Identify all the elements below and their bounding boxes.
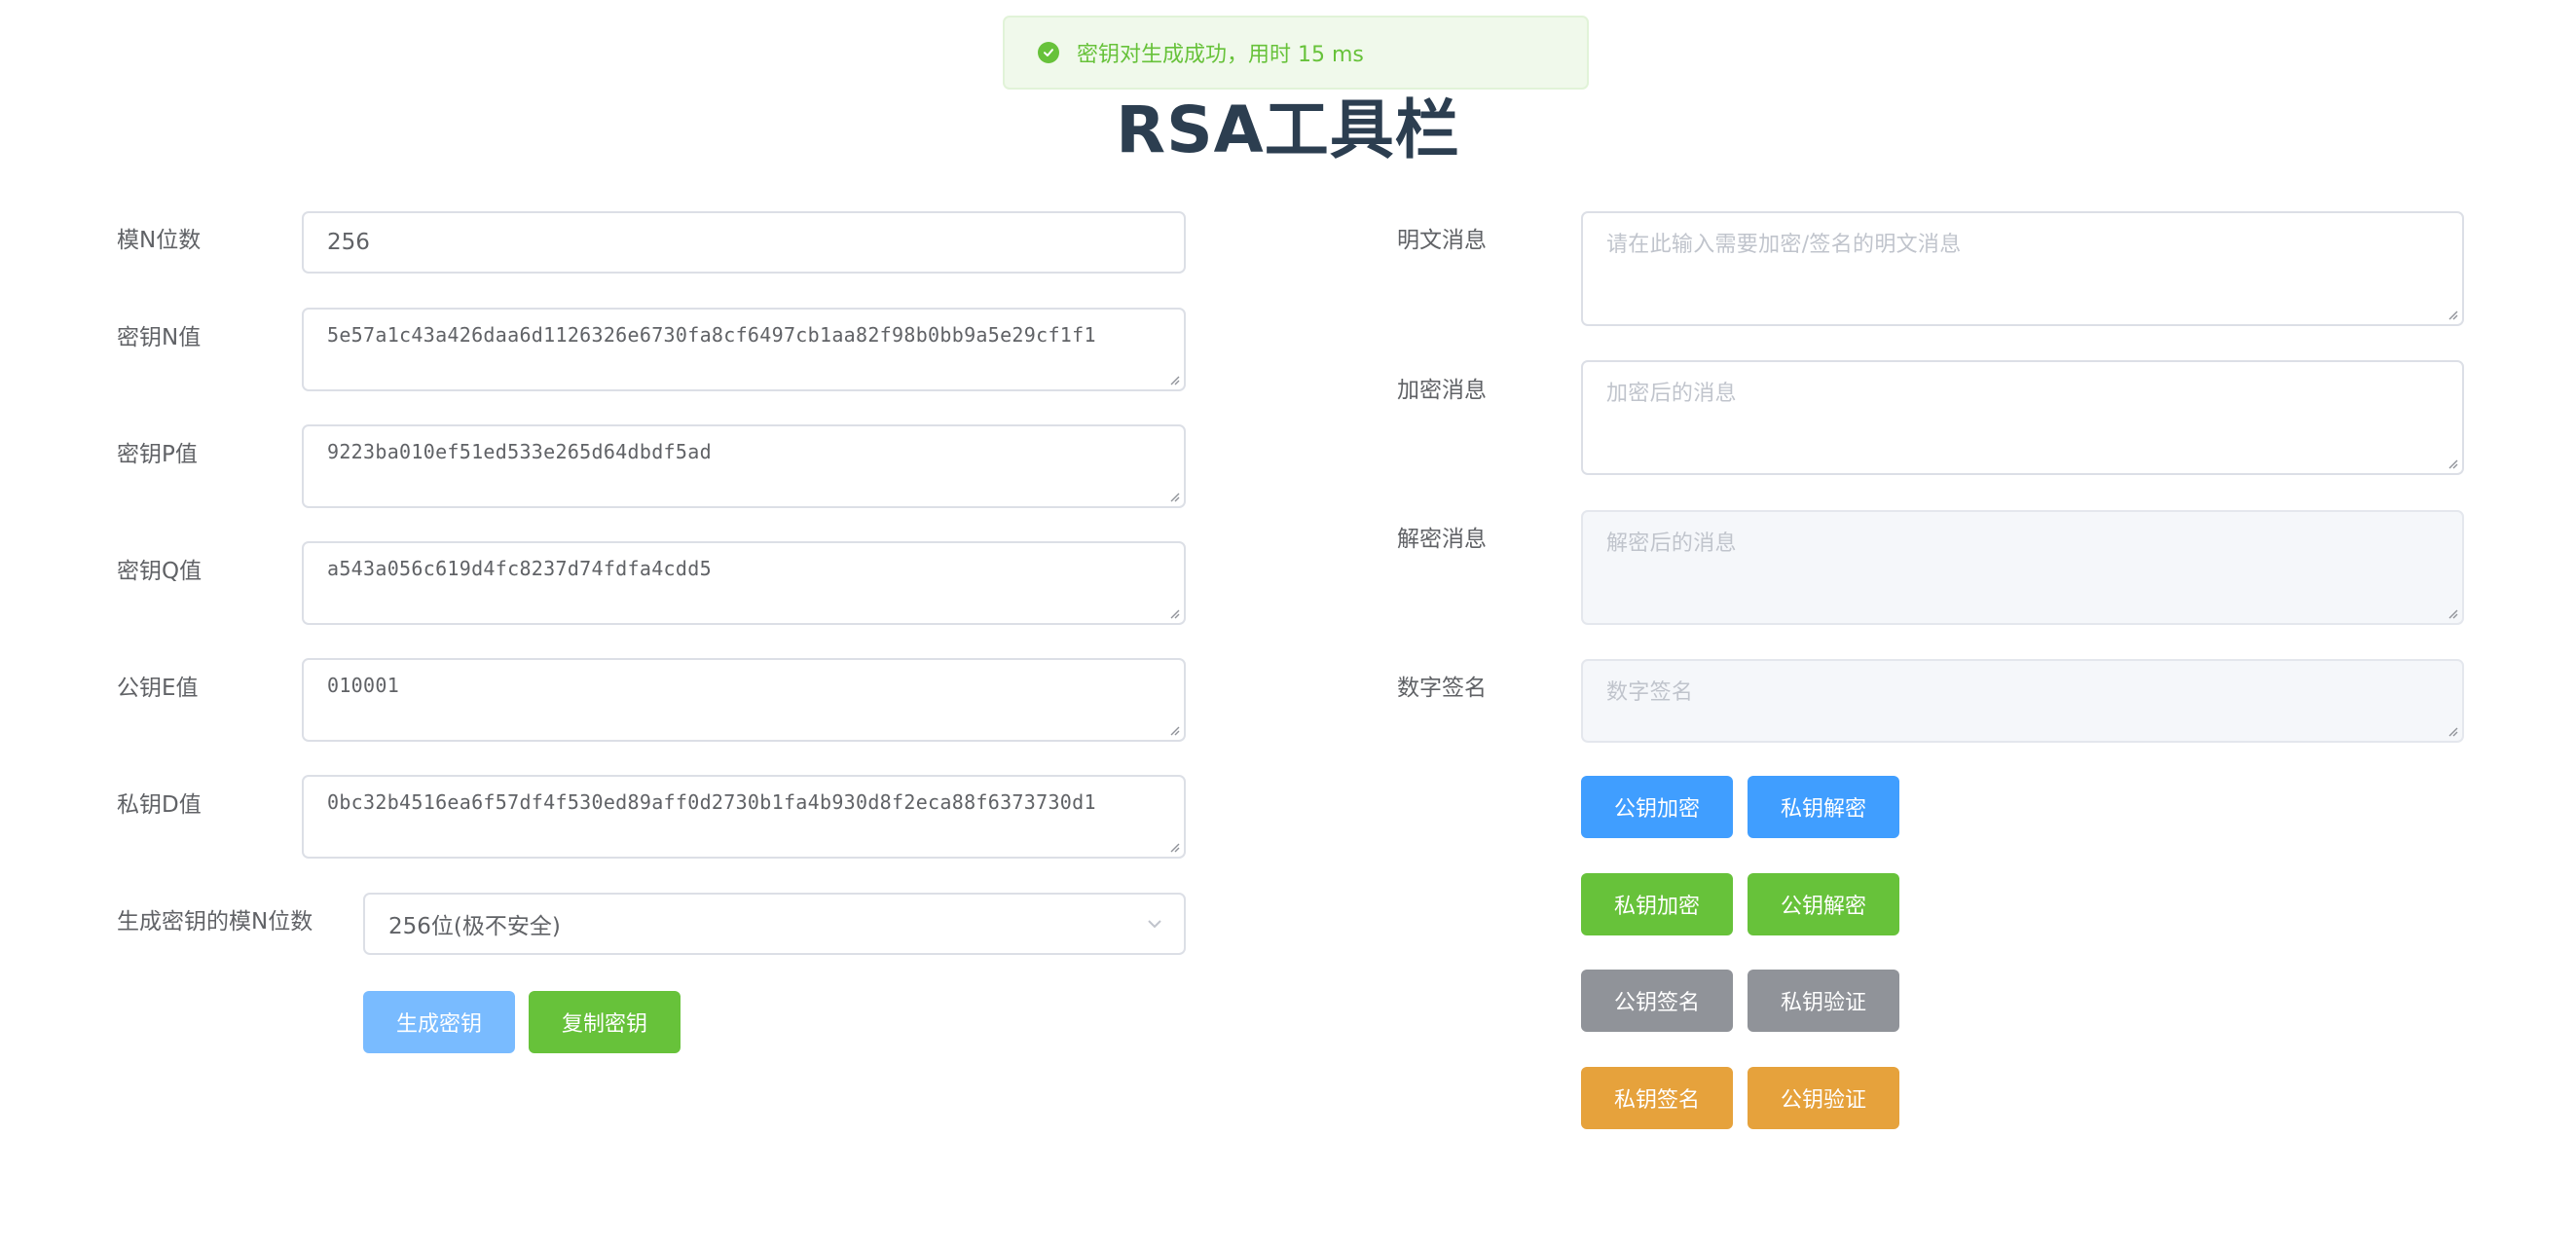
signature-placeholder: 数字签名 [1606,680,1694,705]
plaintext-label: 明文消息 [1397,228,1487,253]
resize-handle-icon [2448,727,2458,737]
key-n-label: 密钥N值 [117,325,202,350]
gen-bits-selected: 256位(极不安全) [388,914,561,939]
copy-key-button[interactable]: 复制密钥 [529,991,681,1053]
private-decrypt-button[interactable]: 私钥解密 [1748,776,1899,838]
resize-handle-icon[interactable] [1168,724,1180,736]
private-d-label: 私钥D值 [117,792,202,818]
page-title: RSA工具栏 [1116,92,1460,167]
key-q-value: a543a056c619d4fc8237d74fdfa4cdd5 [327,557,712,580]
key-p-label: 密钥P值 [117,442,198,467]
private-encrypt-button[interactable]: 私钥加密 [1581,873,1733,935]
decrypted-label: 解密消息 [1397,527,1487,552]
key-q-label: 密钥Q值 [117,559,202,584]
key-n-value: 5e57a1c43a426daa6d1126326e6730fa8cf6497c… [327,323,1096,347]
resize-handle-icon[interactable] [1168,491,1180,502]
signature-label: 数字签名 [1397,676,1487,701]
encrypted-label: 加密消息 [1397,378,1487,403]
key-q-textarea[interactable]: a543a056c619d4fc8237d74fdfa4cdd5 [302,541,1186,625]
resize-handle-icon[interactable] [2447,309,2458,320]
private-d-textarea[interactable]: 0bc32b4516ea6f57df4f530ed89aff0d2730b1fa… [302,775,1186,859]
public-sign-button[interactable]: 公钥签名 [1581,970,1733,1032]
encrypted-textarea[interactable]: 加密后的消息 [1581,360,2464,475]
key-n-textarea[interactable]: 5e57a1c43a426daa6d1126326e6730fa8cf6497c… [302,308,1186,391]
private-verify-button[interactable]: 私钥验证 [1748,970,1899,1032]
encrypted-placeholder: 加密后的消息 [1606,382,1737,406]
resize-handle-icon[interactable] [1168,374,1180,385]
modulus-bits-value: 256 [327,230,370,255]
key-p-textarea[interactable]: 9223ba010ef51ed533e265d64dbdf5ad [302,424,1186,508]
modulus-bits-input[interactable]: 256 [302,211,1186,274]
signature-textarea: 数字签名 [1581,659,2464,743]
toast-message: 密钥对生成成功，用时 15 ms [1077,43,1364,67]
gen-bits-select[interactable]: 256位(极不安全) [363,893,1186,955]
gen-bits-label: 生成密钥的模N位数 [117,909,313,934]
chevron-down-icon [1148,920,1161,929]
modulus-bits-label: 模N位数 [117,228,202,253]
key-p-value: 9223ba010ef51ed533e265d64dbdf5ad [327,440,712,463]
public-e-label: 公钥E值 [117,676,199,701]
public-encrypt-button[interactable]: 公钥加密 [1581,776,1733,838]
generate-key-button[interactable]: 生成密钥 [363,991,515,1053]
resize-handle-icon[interactable] [1168,841,1180,853]
success-toast: 密钥对生成成功，用时 15 ms [1003,16,1589,90]
private-sign-button[interactable]: 私钥签名 [1581,1067,1733,1129]
public-e-value: 010001 [327,674,400,697]
resize-handle-icon[interactable] [2447,458,2458,469]
resize-handle-icon[interactable] [1168,607,1180,619]
decrypted-textarea: 解密后的消息 [1581,510,2464,625]
public-verify-button[interactable]: 公钥验证 [1748,1067,1899,1129]
rsa-tool-page: 密钥对生成成功，用时 15 ms RSA工具栏 模N位数 256 密钥N值 5e… [0,0,2576,1246]
resize-handle-icon [2448,609,2458,619]
decrypted-placeholder: 解密后的消息 [1606,531,1737,556]
public-e-textarea[interactable]: 010001 [302,658,1186,742]
plaintext-textarea[interactable]: 请在此输入需要加密/签名的明文消息 [1581,211,2464,326]
public-decrypt-button[interactable]: 公钥解密 [1748,873,1899,935]
check-circle-icon [1038,42,1059,63]
plaintext-placeholder: 请在此输入需要加密/签名的明文消息 [1606,233,1962,257]
private-d-value: 0bc32b4516ea6f57df4f530ed89aff0d2730b1fa… [327,790,1096,814]
